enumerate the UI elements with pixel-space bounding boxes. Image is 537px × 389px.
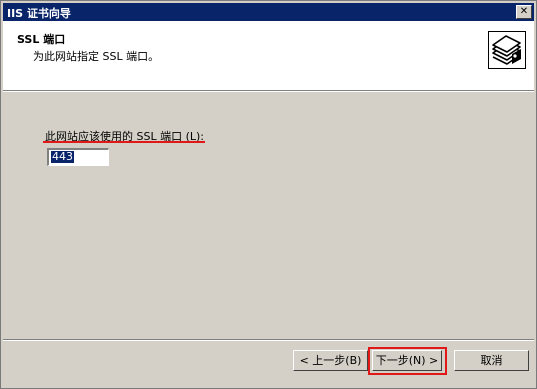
page-title: SSL 端口: [17, 33, 66, 46]
wizard-window: IIS 证书向导 ✕ SSL 端口 为此网站指定 SSL 端口。 此网站应该使用…: [0, 0, 537, 389]
ssl-port-input[interactable]: 443: [47, 148, 109, 166]
title-bar[interactable]: IIS 证书向导 ✕: [3, 3, 534, 21]
close-icon: ✕: [519, 6, 529, 17]
highlight-box: [368, 347, 447, 375]
wizard-content: 此网站应该使用的 SSL 端口 (L): 443: [3, 92, 534, 336]
page-subtitle: 为此网站指定 SSL 端口。: [33, 50, 160, 63]
highlight-underline: [43, 141, 205, 143]
certificate-stack-icon: [488, 31, 526, 69]
window-title: IIS 证书向导: [7, 7, 71, 20]
wizard-header: SSL 端口 为此网站指定 SSL 端口。: [3, 21, 534, 91]
cancel-button[interactable]: 取消: [454, 350, 529, 371]
footer-divider-highlight: [3, 340, 534, 341]
ssl-port-value: 443: [51, 150, 74, 163]
close-button[interactable]: ✕: [516, 5, 532, 19]
back-button[interactable]: < 上一步(B): [293, 350, 368, 371]
